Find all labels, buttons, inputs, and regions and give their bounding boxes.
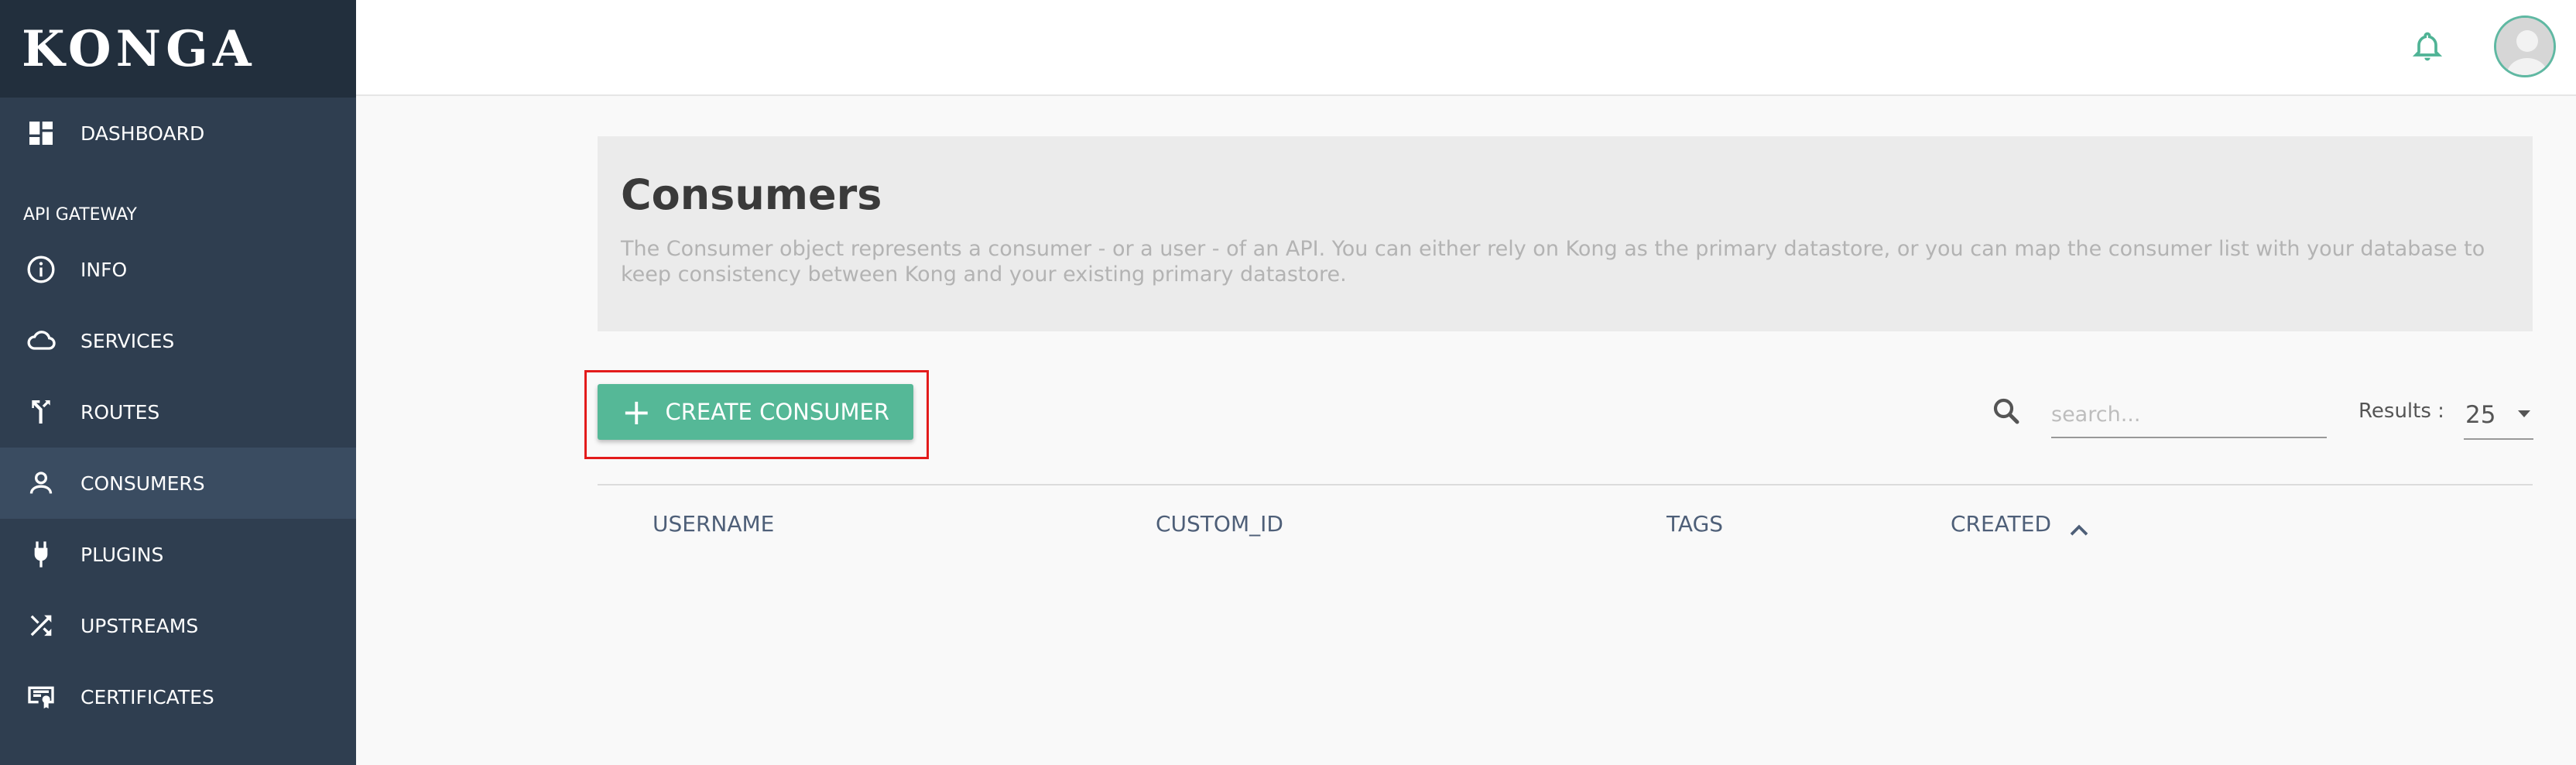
sidebar-item-label: CONSUMERS (80, 472, 205, 495)
results-value: 25 (2465, 401, 2496, 429)
page-header: Consumers The Consumer object represents… (598, 136, 2533, 331)
create-consumer-button[interactable]: + CREATE CONSUMER (598, 384, 913, 440)
search-input[interactable] (2051, 392, 2327, 438)
top-bar (356, 0, 2576, 96)
avatar-icon[interactable] (2494, 15, 2556, 77)
sidebar-item-label: PLUGINS (80, 543, 164, 566)
certificate-icon (25, 681, 57, 713)
sidebar-item-label: DASHBOARD (80, 122, 205, 145)
sidebar: KONGA DASHBOARD API GATEWAY INFO SERVICE… (0, 0, 356, 765)
page-description: The Consumer object represents a consume… (621, 237, 2485, 286)
sort-ascending-icon (2067, 517, 2091, 536)
chevron-down-icon (2518, 410, 2530, 417)
brand-text: KONGA (22, 19, 256, 78)
shuffle-icon (25, 609, 57, 642)
sidebar-item-services[interactable]: SERVICES (0, 305, 356, 376)
results-label: Results : (2358, 400, 2444, 423)
sidebar-section-label: API GATEWAY (23, 205, 137, 225)
person-icon (25, 467, 57, 499)
column-header-tags[interactable]: TAGS (1667, 511, 1723, 537)
sidebar-item-label: INFO (80, 258, 128, 281)
sidebar-item-label: SERVICES (80, 329, 175, 352)
sidebar-nav: DASHBOARD API GATEWAY INFO SERVICES ROUT… (0, 98, 356, 732)
create-consumer-label: CREATE CONSUMER (665, 399, 889, 425)
column-header-created[interactable]: CREATED (1951, 511, 2091, 537)
dashboard-icon (25, 117, 57, 149)
info-icon (25, 253, 57, 286)
sidebar-item-label: CERTIFICATES (80, 685, 214, 708)
results-per-page-select[interactable]: 25 (2464, 392, 2533, 440)
bell-icon[interactable] (2410, 29, 2444, 63)
plug-icon (25, 538, 57, 571)
table-divider (598, 484, 2533, 485)
sidebar-item-label: ROUTES (80, 400, 160, 424)
plus-icon: + (621, 391, 652, 433)
column-header-username[interactable]: USERNAME (653, 511, 774, 537)
sidebar-item-upstreams[interactable]: UPSTREAMS (0, 590, 356, 661)
brand-logo[interactable]: KONGA (0, 0, 356, 98)
sidebar-item-plugins[interactable]: PLUGINS (0, 519, 356, 590)
search-icon (1990, 395, 2023, 427)
sidebar-item-routes[interactable]: ROUTES (0, 376, 356, 448)
cloud-icon (25, 324, 57, 357)
sidebar-item-info[interactable]: INFO (0, 234, 356, 305)
sidebar-item-dashboard[interactable]: DASHBOARD (0, 98, 356, 169)
column-header-custom-id[interactable]: CUSTOM_ID (1156, 511, 1283, 537)
column-header-created-label: CREATED (1951, 511, 2052, 537)
sidebar-item-certificates[interactable]: CERTIFICATES (0, 661, 356, 732)
page-title: Consumers (621, 170, 882, 219)
sidebar-item-label: UPSTREAMS (80, 614, 199, 637)
routes-icon (25, 396, 57, 428)
sidebar-item-consumers[interactable]: CONSUMERS (0, 448, 356, 519)
